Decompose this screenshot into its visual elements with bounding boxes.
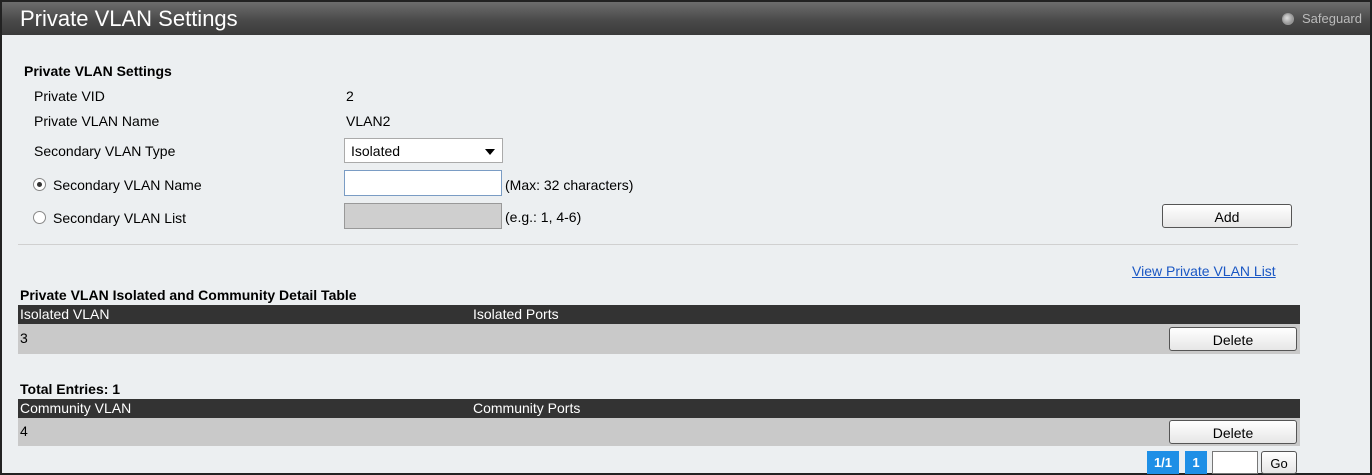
secondary-vlan-type-value: Isolated (351, 143, 401, 159)
app-window: Private VLAN Settings Safeguard Private … (0, 0, 1372, 475)
secondary-vlan-name-radio[interactable] (33, 178, 46, 191)
private-vid-value: 2 (346, 88, 354, 104)
private-vlan-name-label: Private VLAN Name (34, 113, 160, 129)
private-vlan-name-value: VLAN2 (346, 113, 391, 129)
detail-table-title: Private VLAN Isolated and Community Deta… (20, 287, 357, 303)
secondary-vlan-name-label: Secondary VLAN Name (53, 177, 202, 193)
safeguard-label: Safeguard (1302, 11, 1362, 26)
isolated-table-header: Isolated VLAN Isolated Ports (18, 305, 1300, 324)
go-button[interactable]: Go (1261, 451, 1297, 474)
table-row: 4 Delete (18, 418, 1300, 446)
section-divider (18, 244, 1298, 245)
community-vlan-cell: 4 (20, 423, 28, 439)
settings-section-title: Private VLAN Settings (24, 63, 172, 79)
title-bar: Private VLAN Settings Safeguard (2, 2, 1370, 35)
page-number-button[interactable]: 1 (1185, 451, 1207, 474)
delete-community-button[interactable]: Delete (1169, 420, 1297, 444)
add-button[interactable]: Add (1162, 204, 1292, 228)
delete-isolated-button[interactable]: Delete (1169, 327, 1297, 351)
view-private-vlan-list-link[interactable]: View Private VLAN List (1132, 263, 1276, 279)
secondary-vlan-type-label: Secondary VLAN Type (34, 143, 176, 159)
page-go-input[interactable] (1212, 451, 1258, 474)
secondary-vlan-list-hint: (e.g.: 1, 4-6) (505, 209, 582, 225)
community-table-header: Community VLAN Community Ports (18, 399, 1300, 418)
community-ports-header: Community Ports (473, 400, 581, 416)
secondary-vlan-name-hint: (Max: 32 characters) (505, 177, 634, 193)
isolated-ports-header: Isolated Ports (473, 306, 559, 322)
secondary-vlan-type-select[interactable]: Isolated (344, 138, 503, 163)
isolated-vlan-cell: 3 (20, 330, 28, 346)
chevron-down-icon (485, 149, 495, 155)
secondary-vlan-name-input[interactable] (344, 170, 502, 196)
private-vid-label: Private VID (34, 88, 105, 104)
secondary-vlan-list-input[interactable] (344, 203, 502, 229)
table-row: 3 Delete (18, 324, 1300, 354)
safeguard-status-icon (1282, 12, 1294, 25)
safeguard-indicator[interactable]: Safeguard (1282, 11, 1362, 26)
page-indicator: 1/1 (1147, 451, 1179, 474)
secondary-vlan-list-label: Secondary VLAN List (53, 210, 187, 226)
isolated-vlan-header: Isolated VLAN (20, 306, 110, 322)
page-title: Private VLAN Settings (20, 6, 238, 31)
total-entries: Total Entries: 1 (20, 381, 121, 397)
community-vlan-header: Community VLAN (20, 400, 132, 416)
secondary-vlan-list-radio[interactable] (33, 211, 46, 224)
